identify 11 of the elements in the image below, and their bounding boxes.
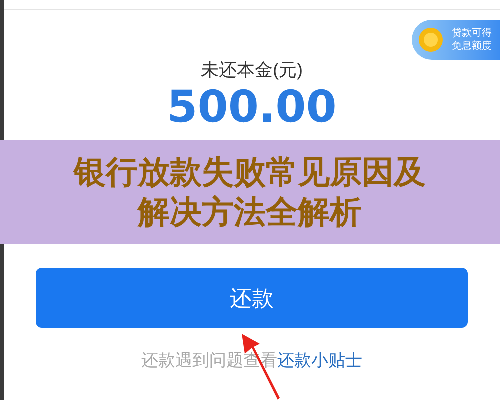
repay-button[interactable]: 还款 — [36, 268, 468, 328]
banner-title: 解决方法全解析 — [138, 192, 362, 232]
help-text: 还款遇到问题查看 — [142, 350, 278, 372]
badge-text: 免息额度 — [452, 40, 492, 53]
principal-label: 未还本金(元) — [201, 59, 303, 82]
tips-link[interactable]: 还款小贴士 — [278, 348, 362, 374]
principal-amount: 500.00 — [167, 82, 337, 134]
banner-title: 银行放款失败常见原因及 — [74, 152, 426, 192]
badge-text: 贷款可得 — [452, 27, 492, 40]
coin-icon — [418, 27, 444, 53]
promo-badge[interactable]: 贷款可得 免息额度 — [412, 20, 500, 60]
